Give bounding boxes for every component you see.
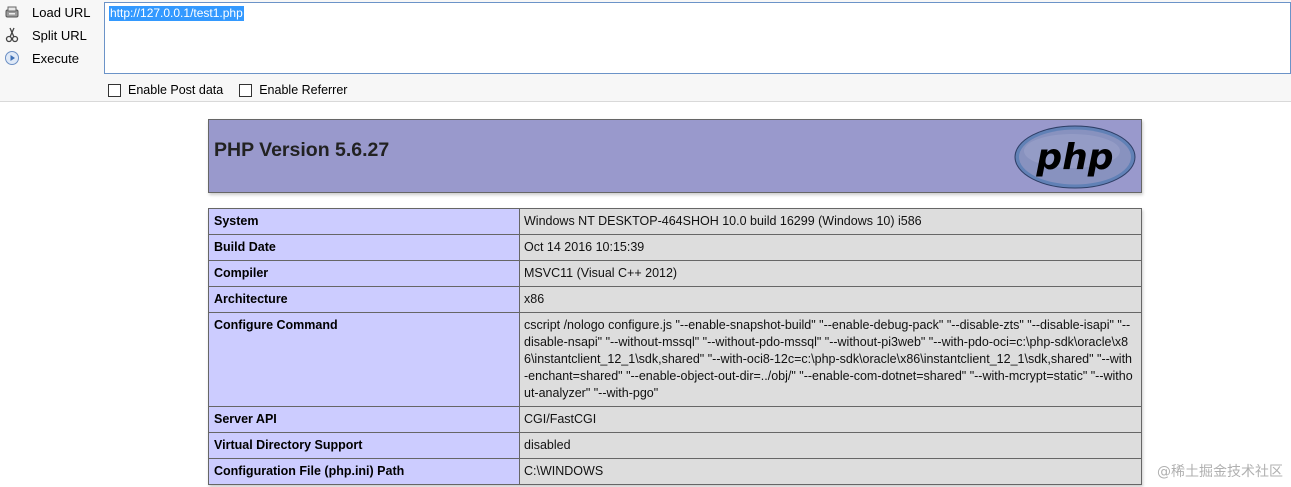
phpinfo-header: PHP Version 5.6.27 php [208,119,1142,193]
row-value: Oct 14 2016 10:15:39 [519,234,1142,261]
scissors-icon [4,27,20,43]
play-icon [4,50,20,66]
execute-label: Execute [32,50,79,66]
load-url-button[interactable]: Load URL [0,1,100,23]
php-logo-text: php [1035,137,1113,178]
table-row: Compiler MSVC11 (Visual C++ 2012) [208,260,1142,287]
phpinfo-table: System Windows NT DESKTOP-464SHOH 10.0 bu… [208,208,1142,485]
table-row: Architecture x86 [208,286,1142,313]
hackbar-toolbar: Load URL Split URL Execute http://127.0.… [0,0,1291,102]
execute-button[interactable]: Execute [0,47,100,69]
load-url-label: Load URL [32,4,91,20]
split-url-label: Split URL [32,27,87,43]
url-textarea[interactable]: http://127.0.0.1/test1.php [104,2,1291,74]
row-value: MSVC11 (Visual C++ 2012) [519,260,1142,287]
hackbar-actions: Load URL Split URL Execute [0,0,104,72]
row-key: Configure Command [208,312,520,407]
enable-post-data-checkbox[interactable]: Enable Post data [108,83,223,97]
hackbar-options: Enable Post data Enable Referrer [108,81,363,99]
row-key: Build Date [208,234,520,261]
load-url-icon [4,4,20,20]
url-value: http://127.0.0.1/test1.php [109,6,244,21]
row-key: Configuration File (php.ini) Path [208,458,520,485]
row-value: CGI/FastCGI [519,406,1142,433]
referrer-checkbox-box[interactable] [239,83,253,97]
phpinfo-content: PHP Version 5.6.27 php System Windows NT … [208,119,1142,485]
row-value: Windows NT DESKTOP-464SHOH 10.0 build 16… [519,208,1142,235]
watermark: @稀土掘金技术社区 [1157,464,1283,480]
row-value: x86 [519,286,1142,313]
enable-referrer-label: Enable Referrer [259,83,348,97]
table-row: Configure Command cscript /nologo configu… [208,312,1142,407]
row-key: System [208,208,520,235]
table-row: Virtual Directory Support disabled [208,432,1142,459]
table-row: Server API CGI/FastCGI [208,406,1142,433]
table-row: System Windows NT DESKTOP-464SHOH 10.0 bu… [208,208,1142,235]
row-key: Architecture [208,286,520,313]
table-row: Configuration File (php.ini) Path C:\WIND… [208,458,1142,485]
php-logo[interactable]: php [1014,125,1136,189]
row-value: disabled [519,432,1142,459]
split-url-button[interactable]: Split URL [0,24,100,46]
page-title: PHP Version 5.6.27 [214,139,390,161]
row-key: Compiler [208,260,520,287]
row-value: C:\WINDOWS [519,458,1142,485]
row-key: Server API [208,406,520,433]
post-data-checkbox-box[interactable] [108,83,121,97]
row-value: cscript /nologo configure.js "--enable-s… [519,312,1142,407]
row-key: Virtual Directory Support [208,432,520,459]
table-row: Build Date Oct 14 2016 10:15:39 [208,234,1142,261]
enable-post-data-label: Enable Post data [128,83,224,97]
enable-referrer-checkbox[interactable]: Enable Referrer [239,83,347,97]
